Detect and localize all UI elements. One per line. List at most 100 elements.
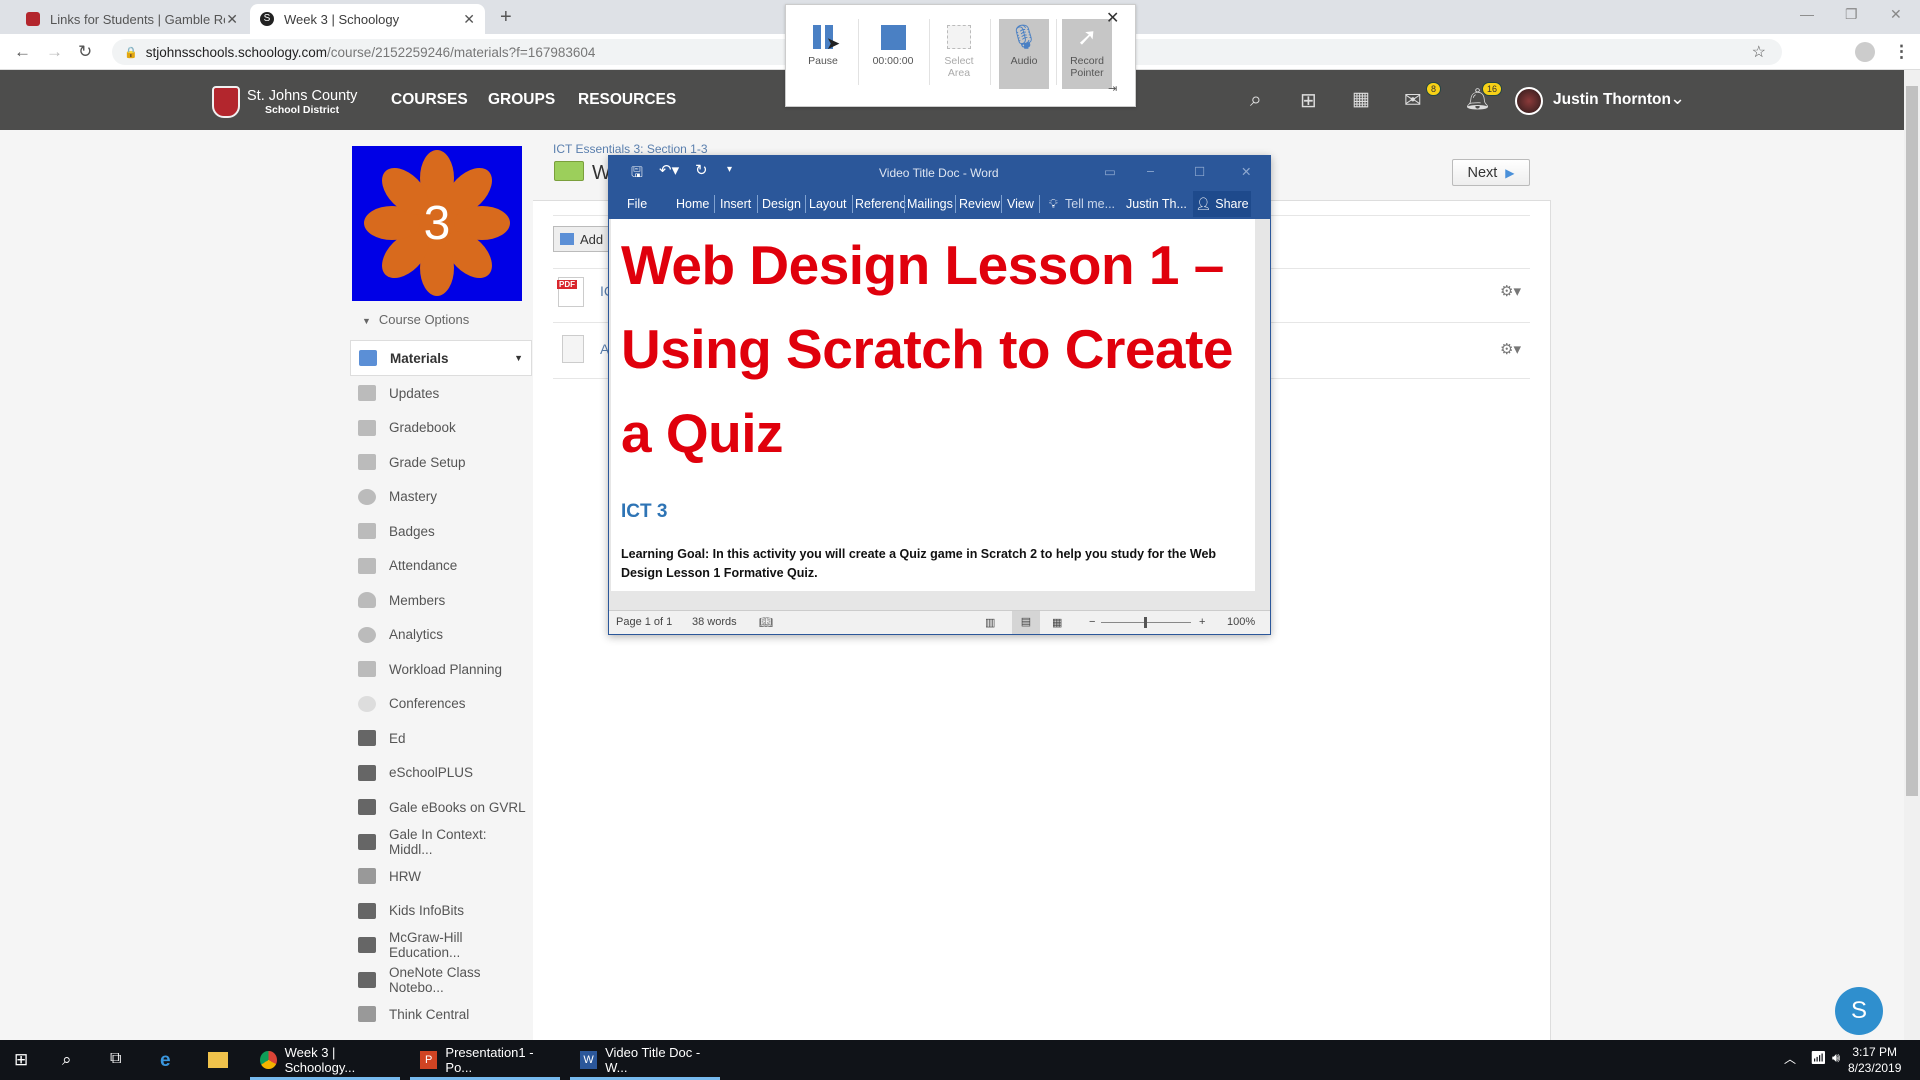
sidebar-item-gradebook[interactable]: Gradebook: [350, 411, 532, 446]
volume-icon[interactable]: 🔊︎: [1832, 1050, 1840, 1066]
item-gear-menu-icon[interactable]: ⚙▾: [1500, 340, 1521, 358]
edge-icon[interactable]: e: [160, 1050, 171, 1072]
share-button[interactable]: 👤︎ Share: [1193, 191, 1251, 217]
sidebar-item-analytics[interactable]: Analytics: [350, 618, 532, 653]
read-mode-icon[interactable]: ▥: [985, 616, 995, 629]
sidebar-item-kids-infobits[interactable]: Kids InfoBits: [350, 894, 532, 929]
tab-links-for-students[interactable]: Links for Students | Gamble Roge ✕: [16, 4, 248, 34]
next-button[interactable]: Next ▶: [1452, 159, 1530, 186]
chrome-menu-icon[interactable]: ⋮: [1893, 42, 1910, 62]
sidebar-item-ed[interactable]: Ed: [350, 721, 532, 756]
mail-icon[interactable]: ✉ 8: [1404, 82, 1442, 113]
undo-icon[interactable]: ↶▾: [659, 161, 679, 179]
system-clock[interactable]: 3:17 PM 8/23/2019: [1848, 1044, 1901, 1076]
show-hidden-icons-chevron-up-icon[interactable]: ︿: [1784, 1050, 1796, 1067]
sidebar-item-members[interactable]: Members: [350, 583, 532, 618]
sidebar-item-workload-planning[interactable]: Workload Planning: [350, 652, 532, 687]
recorder-close-icon[interactable]: ✕: [1106, 8, 1119, 28]
record-pointer-button[interactable]: ➚ Record Pointer: [1062, 19, 1112, 89]
new-tab-button[interactable]: +: [500, 6, 512, 29]
zoom-level[interactable]: 100%: [1227, 616, 1255, 628]
word-count[interactable]: 38 words: [692, 616, 737, 628]
sidebar-item-materials[interactable]: Materials ▼: [350, 340, 532, 376]
taskbar-app-powerpoint[interactable]: P Presentation1 - Po...: [410, 1040, 560, 1080]
sidebar-item-think-central[interactable]: Think Central: [350, 997, 532, 1032]
ribbon-display-icon[interactable]: ▭: [1104, 164, 1116, 179]
avatar[interactable]: [1515, 87, 1543, 115]
stop-button[interactable]: 00:00:00: [864, 19, 922, 89]
district-logo-icon[interactable]: [212, 86, 240, 118]
document-scrollbar[interactable]: [1255, 219, 1270, 591]
back-icon[interactable]: ←: [14, 42, 31, 62]
task-view-icon[interactable]: ⧉: [110, 1050, 121, 1068]
tell-me-input[interactable]: Tell me...: [1065, 197, 1115, 211]
web-layout-icon[interactable]: ▦: [1052, 616, 1062, 629]
windows-start-icon[interactable]: ⊞: [14, 1050, 28, 1070]
sidebar-item-gale-ebooks[interactable]: Gale eBooks on GVRL: [350, 790, 532, 825]
profile-icon[interactable]: [1855, 42, 1875, 62]
user-name[interactable]: Justin Thornton: [1553, 91, 1671, 109]
sidebar-item-eschoolplus[interactable]: eSchoolPLUS: [350, 756, 532, 791]
redo-icon[interactable]: ↻: [695, 161, 708, 179]
zoom-out-button[interactable]: −: [1089, 616, 1095, 628]
ribbon-tab-file[interactable]: File: [627, 197, 647, 211]
wifi-icon[interactable]: 📶︎: [1810, 1050, 1827, 1066]
ribbon-tab-references[interactable]: Referenc: [855, 197, 906, 211]
forward-icon[interactable]: →: [46, 42, 63, 62]
calendar-icon[interactable]: ▦: [1352, 88, 1370, 111]
word-maximize-icon[interactable]: ☐: [1194, 164, 1205, 179]
sidebar-item-badges[interactable]: Badges: [350, 514, 532, 549]
sidebar-item-conferences[interactable]: Conferences: [350, 687, 532, 722]
pause-button[interactable]: Pause: [798, 19, 848, 89]
search-icon[interactable]: ⌕: [1250, 88, 1262, 112]
apps-grid-icon[interactable]: ⊞: [1300, 88, 1317, 113]
page-count[interactable]: Page 1 of 1: [616, 616, 672, 628]
notifications-bell-icon[interactable]: 🔔︎ 16: [1464, 82, 1503, 112]
print-layout-icon[interactable]: ▤: [1012, 611, 1040, 634]
ribbon-tab-view[interactable]: View: [1007, 197, 1034, 211]
word-close-icon[interactable]: ✕: [1241, 164, 1251, 179]
recorder-pin-icon[interactable]: ⇥: [1108, 82, 1117, 95]
taskbar-search-icon[interactable]: ⌕: [62, 1050, 72, 1070]
document-page[interactable]: Web Design Lesson 1 – Using Scratch to C…: [611, 219, 1255, 591]
ribbon-tab-review[interactable]: Review: [959, 197, 1000, 211]
tab-week-3-schoology[interactable]: S Week 3 | Schoology ✕: [250, 4, 485, 34]
audio-toggle-button[interactable]: 🎙︎ Audio: [999, 19, 1049, 89]
proofing-icon[interactable]: 📖︎: [759, 616, 773, 629]
nav-groups[interactable]: GROUPS: [488, 91, 555, 109]
zoom-slider-thumb[interactable]: [1144, 617, 1147, 628]
ribbon-tab-layout[interactable]: Layout: [809, 197, 847, 211]
word-user-name[interactable]: Justin Th...: [1126, 197, 1187, 211]
file-explorer-icon[interactable]: [208, 1052, 228, 1068]
customize-qat-icon[interactable]: ▾: [727, 164, 732, 175]
item-gear-menu-icon[interactable]: ⚙▾: [1500, 282, 1521, 300]
sidebar-item-mcgraw-hill[interactable]: McGraw-Hill Education...: [350, 928, 532, 963]
ribbon-tab-design[interactable]: Design: [762, 197, 801, 211]
ribbon-tab-home[interactable]: Home: [676, 197, 709, 211]
word-minimize-icon[interactable]: –: [1147, 164, 1154, 178]
zoom-in-button[interactable]: +: [1199, 616, 1205, 628]
chat-bubble-button[interactable]: S: [1835, 987, 1883, 1035]
sidebar-item-attendance[interactable]: Attendance: [350, 549, 532, 584]
close-tab-icon[interactable]: ✕: [463, 11, 475, 28]
nav-courses[interactable]: COURSES: [391, 91, 468, 109]
save-icon[interactable]: 🖫: [631, 162, 643, 186]
sidebar-item-hrw[interactable]: HRW: [350, 859, 532, 894]
taskbar-app-chrome[interactable]: Week 3 | Schoology...: [250, 1040, 400, 1080]
reload-icon[interactable]: ↻: [78, 42, 92, 62]
page-scrollbar-thumb[interactable]: [1906, 86, 1918, 796]
restore-icon[interactable]: ❐: [1845, 6, 1858, 23]
caret-down-icon[interactable]: ▼: [514, 353, 523, 363]
taskbar-app-word[interactable]: W Video Title Doc - W...: [570, 1040, 720, 1080]
sidebar-item-onenote[interactable]: OneNote Class Notebo...: [350, 963, 532, 998]
breadcrumb[interactable]: ICT Essentials 3: Section 1-3: [553, 142, 708, 156]
user-menu-chevron-down-icon[interactable]: ⌄: [1670, 88, 1685, 109]
bookmark-star-icon[interactable]: ☆: [1752, 42, 1766, 62]
sidebar-item-mastery[interactable]: Mastery: [350, 480, 532, 515]
ribbon-tab-mailings[interactable]: Mailings: [907, 197, 953, 211]
nav-resources[interactable]: RESOURCES: [578, 91, 676, 109]
sidebar-item-updates[interactable]: Updates: [350, 376, 532, 411]
select-area-button[interactable]: Select Area: [934, 19, 984, 89]
sidebar-item-gale-in-context[interactable]: Gale In Context: Middl...: [350, 825, 532, 860]
ribbon-tab-insert[interactable]: Insert: [720, 197, 751, 211]
